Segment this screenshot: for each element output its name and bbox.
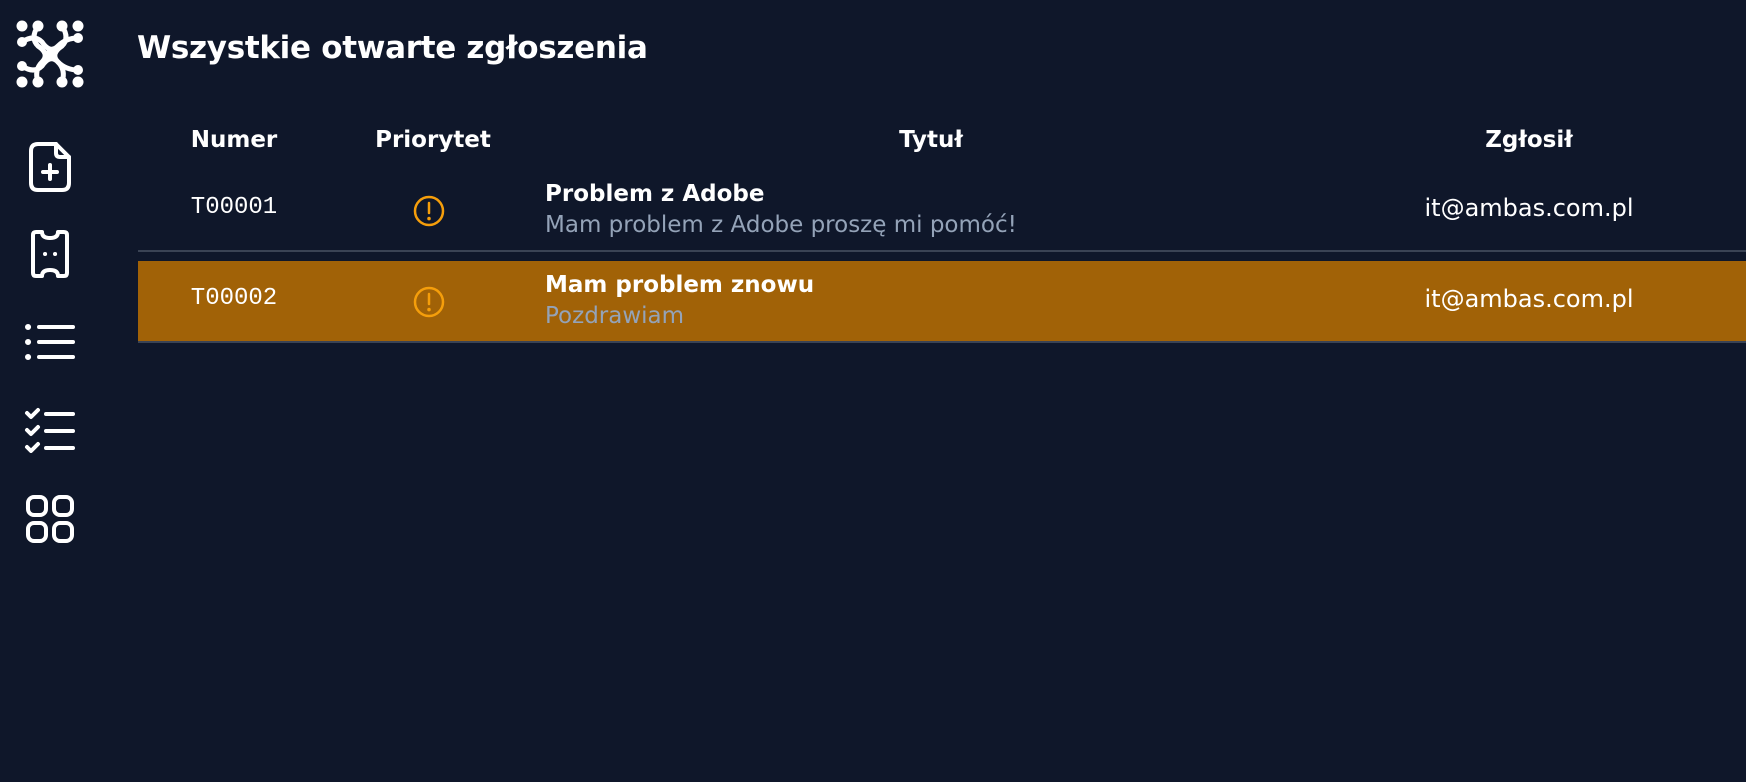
ticket-description: Mam problem z Adobe proszę mi pomóć! <box>545 212 1017 238</box>
all-tickets-button[interactable] <box>20 312 80 372</box>
column-header-number[interactable]: Numer <box>191 127 278 153</box>
ticket-number: T00002 <box>190 285 278 312</box>
ticket-title-cell: Mam problem znowu Pozdrawiam <box>545 270 814 332</box>
ticket-reporter: it@ambas.com.pl <box>1424 194 1634 222</box>
checklist-icon <box>24 407 76 453</box>
table-row[interactable]: T00001 Problem z Adobe Mam problem z Ado… <box>138 170 1746 252</box>
column-header-title[interactable]: Tytuł <box>899 127 963 153</box>
network-logo[interactable] <box>14 18 86 90</box>
ticket-description: Pozdrawiam <box>545 303 685 329</box>
column-header-reporter[interactable]: Zgłosił <box>1485 127 1573 153</box>
new-ticket-button[interactable] <box>20 137 80 197</box>
ticket-icon <box>30 229 70 279</box>
ticket-title: Problem z Adobe <box>545 181 765 207</box>
tickets-button[interactable] <box>20 224 80 284</box>
ticket-title: Mam problem znowu <box>545 272 815 298</box>
dashboard-button[interactable] <box>20 489 80 549</box>
ticket-title-cell: Problem z Adobe Mam problem z Adobe pros… <box>545 179 1017 241</box>
tasks-button[interactable] <box>20 400 80 460</box>
sidebar <box>0 0 100 782</box>
column-header-priority[interactable]: Priorytet <box>375 127 491 153</box>
alert-circle-icon <box>413 286 445 318</box>
ticket-number: T00001 <box>190 194 278 221</box>
table-header: Numer Priorytet Tytuł Zgłosił <box>138 112 1746 170</box>
list-icon <box>24 322 76 362</box>
table-row[interactable]: T00002 Mam problem znowu Pozdrawiam it@a… <box>138 261 1746 343</box>
page-title: Wszystkie otwarte zgłoszenia <box>137 30 648 66</box>
alert-circle-icon <box>413 195 445 227</box>
tickets-table: Numer Priorytet Tytuł Zgłosił T00001 Pro… <box>138 112 1746 343</box>
file-plus-icon <box>28 141 72 193</box>
ticket-reporter: it@ambas.com.pl <box>1424 285 1634 313</box>
grid-icon <box>25 494 75 544</box>
